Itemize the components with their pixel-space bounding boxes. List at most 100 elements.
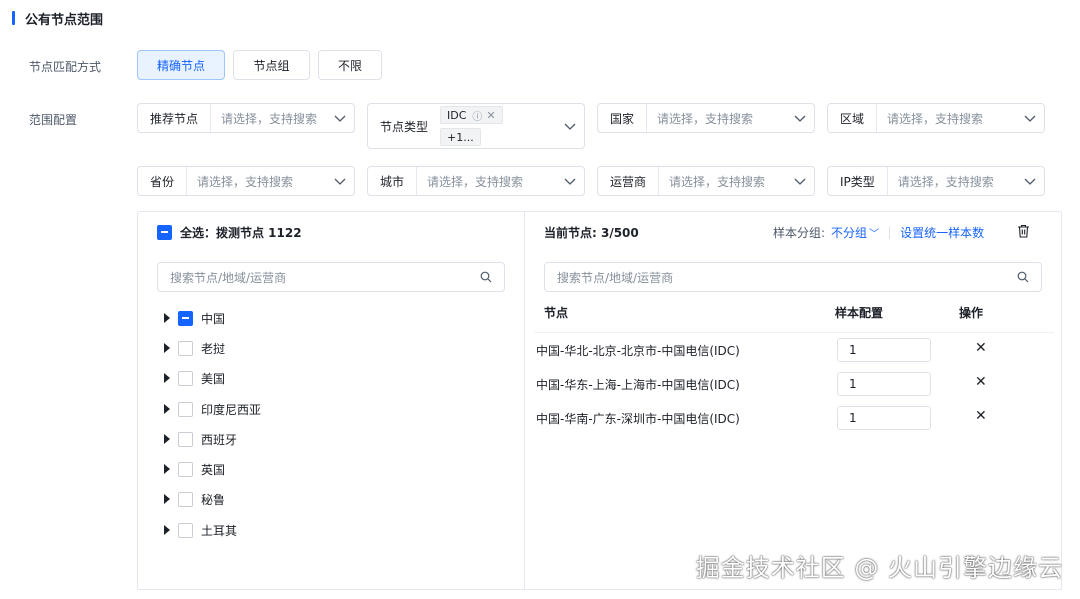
tree-label: 英国 xyxy=(201,462,226,477)
remove-row-icon[interactable]: ✕ xyxy=(975,408,987,424)
panel-divider xyxy=(524,212,525,589)
sample-count-input[interactable]: 1 xyxy=(837,406,931,430)
tree-checkbox[interactable] xyxy=(178,401,193,417)
chevron-down-icon xyxy=(326,112,354,124)
tree-label: 美国 xyxy=(201,371,226,386)
tree-label: 老挝 xyxy=(201,341,226,356)
node-row-label: 中国-华东-上海-上海市-中国电信(IDC) xyxy=(536,378,740,392)
select-label: IP类型 xyxy=(828,167,888,195)
province-select[interactable]: 省份 请选择，支持搜索 xyxy=(137,166,355,196)
node-row-label: 中国-华北-北京-北京市-中国电信(IDC) xyxy=(536,344,740,358)
scope-config-label: 范围配置 xyxy=(29,113,78,127)
tree-item[interactable]: 英国 xyxy=(164,459,225,479)
chevron-down-icon[interactable]: ﹀ xyxy=(869,225,879,240)
ip-type-select[interactable]: IP类型 请选择，支持搜索 xyxy=(827,166,1045,196)
tree-label: 印度尼西亚 xyxy=(201,402,262,417)
region-select[interactable]: 区域 请选择，支持搜索 xyxy=(827,103,1045,133)
sample-group-label: 样本分组: xyxy=(773,226,826,240)
section-header: 公有节点范围 xyxy=(12,9,104,28)
tree-checkbox[interactable] xyxy=(178,431,193,447)
tree-item[interactable]: 土耳其 xyxy=(164,520,237,540)
search-placeholder: 搜索节点/地域/运营商 xyxy=(557,270,674,285)
tree-checkbox[interactable] xyxy=(178,370,193,386)
sample-count-input[interactable]: 1 xyxy=(837,338,931,362)
close-icon[interactable]: ✕ xyxy=(486,109,495,122)
select-placeholder: 请选择，支持搜索 xyxy=(427,174,524,189)
expand-arrow-icon[interactable] xyxy=(164,525,170,535)
expand-arrow-icon[interactable] xyxy=(164,313,170,323)
tree-item[interactable]: 秘鲁 xyxy=(164,489,225,509)
select-all-label: 全选：拨测节点 1122 xyxy=(180,225,302,240)
sample-count-input[interactable]: 1 xyxy=(837,372,931,396)
select-placeholder: 请选择，支持搜索 xyxy=(221,111,318,126)
header-divider xyxy=(534,332,1054,333)
match-exact-button[interactable]: 精确节点 xyxy=(137,50,225,80)
select-placeholder: 请选择，支持搜索 xyxy=(887,111,984,126)
tree-checkbox[interactable] xyxy=(178,522,193,538)
column-header-node: 节点 xyxy=(544,306,569,320)
trash-icon[interactable] xyxy=(1017,224,1030,238)
sample-group-dropdown[interactable]: 不分组 xyxy=(831,224,867,241)
node-type-select[interactable]: 节点类型 IDC ⓘ ✕ +1... xyxy=(367,103,585,149)
search-icon xyxy=(1017,271,1029,283)
expand-arrow-icon[interactable] xyxy=(164,404,170,414)
expand-arrow-icon[interactable] xyxy=(164,343,170,353)
sample-group-control: 样本分组: 不分组 ﹀ 设置统一样本数 xyxy=(773,224,984,241)
section-title: 公有节点范围 xyxy=(25,12,104,28)
tree-item[interactable]: 西班牙 xyxy=(164,429,237,449)
right-search-input[interactable]: 搜索节点/地域/运营商 xyxy=(544,262,1042,292)
tree-label: 西班牙 xyxy=(201,432,238,447)
expand-arrow-icon[interactable] xyxy=(164,434,170,444)
tree-checkbox[interactable] xyxy=(178,461,193,477)
expand-arrow-icon[interactable] xyxy=(164,464,170,474)
left-search-input[interactable]: 搜索节点/地域/运营商 xyxy=(157,262,505,292)
section-accent-bar xyxy=(12,11,15,25)
select-placeholder: 请选择，支持搜索 xyxy=(657,111,754,126)
city-select[interactable]: 城市 请选择，支持搜索 xyxy=(367,166,585,196)
chevron-down-icon xyxy=(786,112,814,124)
recommended-node-select[interactable]: 推荐节点 请选择，支持搜索 xyxy=(137,103,355,133)
expand-arrow-icon[interactable] xyxy=(164,373,170,383)
selected-tags: IDC ⓘ ✕ +1... xyxy=(440,104,556,148)
tree-checkbox[interactable] xyxy=(178,340,193,356)
select-label: 推荐节点 xyxy=(138,104,212,132)
chevron-down-icon xyxy=(556,175,584,187)
set-uniform-sample-link[interactable]: 设置统一样本数 xyxy=(900,224,984,241)
tree-item[interactable]: 老挝 xyxy=(164,338,225,358)
select-label: 区域 xyxy=(828,104,878,132)
tag-label: IDC xyxy=(447,108,467,122)
remove-row-icon[interactable]: ✕ xyxy=(975,374,987,390)
remove-row-icon[interactable]: ✕ xyxy=(975,340,987,356)
tree-item[interactable]: 中国 xyxy=(164,308,225,328)
tree-item[interactable]: 美国 xyxy=(164,368,225,388)
tree-label: 中国 xyxy=(201,311,226,326)
select-label: 省份 xyxy=(138,167,188,195)
tree-item[interactable]: 印度尼西亚 xyxy=(164,399,261,419)
tag-more[interactable]: +1... xyxy=(440,128,481,146)
column-header-action: 操作 xyxy=(959,306,984,320)
select-all-checkbox[interactable] xyxy=(157,224,172,240)
node-transfer-panel: 全选：拨测节点 1122 搜索节点/地域/运营商 中国 老挝 美国 印度尼西亚 … xyxy=(137,211,1062,590)
node-row-label: 中国-华南-广东-深圳市-中国电信(IDC) xyxy=(536,412,740,426)
chevron-down-icon xyxy=(786,175,814,187)
tree-label: 土耳其 xyxy=(201,523,238,538)
select-label: 城市 xyxy=(368,167,418,195)
watermark: 掘金技术社区 @ 火山引擎边缘云 xyxy=(695,554,1063,582)
tree-checkbox[interactable] xyxy=(178,491,193,507)
carrier-select[interactable]: 运营商 请选择，支持搜索 xyxy=(597,166,815,196)
chevron-down-icon xyxy=(1016,112,1044,124)
select-placeholder: 请选择，支持搜索 xyxy=(897,174,994,189)
expand-arrow-icon[interactable] xyxy=(164,494,170,504)
chevron-down-icon xyxy=(326,175,354,187)
country-select[interactable]: 国家 请选择，支持搜索 xyxy=(597,103,815,133)
search-icon xyxy=(480,271,492,283)
match-unlimited-button[interactable]: 不限 xyxy=(318,50,382,80)
search-placeholder: 搜索节点/地域/运营商 xyxy=(170,270,287,285)
tag-idc: IDC ⓘ ✕ xyxy=(440,106,503,124)
select-all-row: 全选：拨测节点 1122 xyxy=(157,223,302,241)
tree-checkbox[interactable] xyxy=(178,310,193,326)
column-header-sample: 样本配置 xyxy=(835,306,884,320)
select-placeholder: 请选择，支持搜索 xyxy=(669,174,766,189)
match-group-button[interactable]: 节点组 xyxy=(233,50,310,80)
select-label: 节点类型 xyxy=(380,119,429,134)
